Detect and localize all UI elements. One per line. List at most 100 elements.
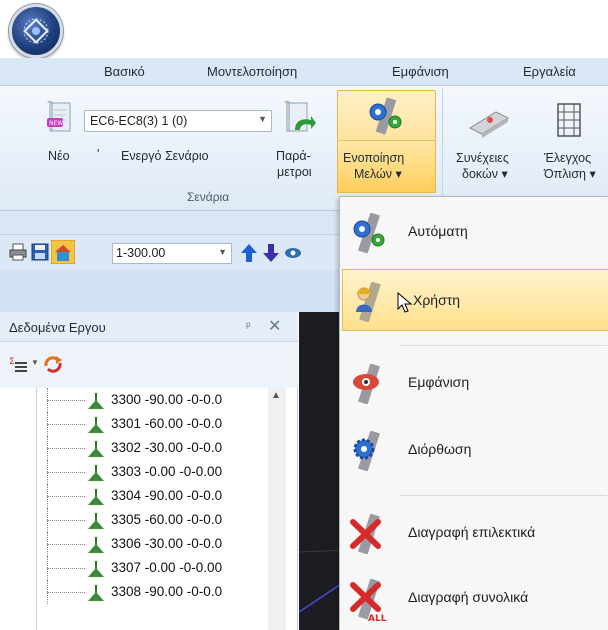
tree-scrollbar[interactable]: ▲ [268,388,286,630]
active-scenario-label: Ενεργό Σενάριο [121,149,209,163]
quote-mark: ' [97,147,100,161]
menu-item-label: Διαγραφή συνολικά [408,589,529,605]
beam-continuity-button[interactable]: Συνέχειες δοκών ▾ [452,96,532,186]
display-eye-icon [353,364,380,404]
menu-item-correction[interactable]: Διόρθωση [342,419,608,481]
tab-view[interactable]: Εμφάνιση [392,64,449,79]
chevron-down-icon: ▼ [218,247,227,257]
unify-members-icon [369,97,402,135]
tree-row-label: 3300 -90.00 -0-0.0 [111,392,223,407]
scenario-combo-value: EC6-EC8(3) 1 (0) [90,114,188,128]
tree-row[interactable]: 3302 -30.00 -0-0.0 [37,436,268,460]
tab-basic[interactable]: Βασικό [104,64,145,79]
app-logo-icon [23,18,49,44]
tree-row[interactable]: 3305 -60.00 -0-0.0 [37,508,268,532]
support-node-icon [88,417,104,433]
tab-tools[interactable]: Εργαλεία [523,64,576,79]
eye-icon[interactable] [284,247,302,259]
support-node-icon [88,513,104,529]
ribbon-footer [0,211,340,234]
chevron-down-icon: ▼ [258,114,267,124]
parameters-button[interactable]: Παρά- μετροι [272,100,326,190]
panel-toolbar: Σ ▼ [0,342,298,388]
menu-item-delete-all[interactable]: ALL Διαγραφή συνολικά [342,567,608,629]
tree-row[interactable]: 3306 -30.00 -0-0.0 [37,532,268,556]
save-icon[interactable] [31,243,49,261]
tree-row[interactable]: 3303 -0.00 -0-0.00 [37,460,268,484]
support-node-icon [88,393,104,409]
quick-toolbar: 1-300.00 ▼ [0,234,340,270]
building-view-icon[interactable] [51,240,75,264]
new-scenario-button[interactable]: NEW Νέο [40,100,84,180]
tree-row[interactable]: 3307 -0.00 -0-0.00 [37,556,268,580]
refresh-icon[interactable] [42,354,64,374]
level-combo-value: 1-300.00 [116,246,166,260]
sort-list-icon[interactable]: Σ [9,355,31,373]
tree-row[interactable]: 3301 -60.00 -0-0.0 [37,412,268,436]
new-label: Νέο [48,149,70,163]
menu-separator [400,495,607,496]
ribbon-tabs: Βασικό Μοντελοποίηση Εμφάνιση Εργαλεία [0,58,608,86]
menu-item-automatic[interactable]: Αυτόματη [342,201,608,263]
correction-gear-icon [353,431,380,471]
tree-row-label: 3305 -60.00 -0-0.0 [111,512,223,527]
tree-row-label: 3303 -0.00 -0-0.00 [111,464,223,479]
support-node-icon [88,585,104,601]
ribbon-separator [442,88,443,208]
tree-row-label: 3304 -90.00 -0-0.0 [111,488,223,503]
menu-item-label: Διαγραφή επιλεκτικά [408,524,536,540]
panel-header: Δεδομένα Εργου ᵖ ✕ [0,312,298,342]
unify-members-menu: Αυτόματη Χρήστη Εμφάνιση Διόρθωση Διαγρα… [339,196,608,630]
level-up-arrow-icon[interactable] [240,243,258,263]
unify-members-label-1: Ενοποίηση [343,151,405,165]
menu-item-delete-selected[interactable]: Διαγραφή επιλεκτικά [342,502,608,564]
level-combo[interactable]: 1-300.00 ▼ [112,243,232,264]
support-node-icon [88,489,104,505]
close-icon[interactable]: ✕ [268,316,281,336]
toolbar-spacer [0,270,340,312]
delete-all-icon: ALL [350,579,387,623]
chevron-down-icon[interactable]: ▼ [31,358,39,367]
application-menu-button[interactable] [9,4,63,58]
tree-row[interactable]: 3300 -90.00 -0-0.0 [37,388,268,412]
scroll-up-icon[interactable]: ▲ [271,390,281,401]
project-tree: 3300 -90.00 -0-0.0 3301 -60.00 -0-0.0 33… [36,388,268,630]
menu-item-label: Αυτόματη [408,223,468,239]
tree-row[interactable]: 3304 -90.00 -0-0.0 [37,484,268,508]
tree-row-label: 3307 -0.00 -0-0.00 [111,560,223,575]
mouse-cursor-icon [397,292,413,313]
beam-continuity-label-1: Συνέχειες [456,151,509,165]
ribbon-panel: NEW Νέο ' EC6-EC8(3) 1 (0) ▼ Ενεργό Σενά… [0,86,608,211]
unify-members-label-2: Μελών ▾ [354,167,402,181]
tree-row-label: 3308 -90.00 -0-0.0 [111,584,223,599]
user-unify-icon [356,282,381,322]
new-document-icon: NEW [47,101,71,132]
scenario-combo[interactable]: EC6-EC8(3) 1 (0) ▼ [84,110,272,132]
reinforcement-check-label-2: Όπλιση ▾ [544,167,596,181]
panel-title: Δεδομένα Εργου [9,320,106,335]
pin-icon[interactable]: ᵖ [246,319,251,333]
beam-continuity-label-2: δοκών ▾ [462,167,508,181]
scenarios-group-label: Σενάρια [187,190,230,204]
tree-row-label: 3306 -30.00 -0-0.0 [111,536,223,551]
tree-row[interactable]: 3308 -90.00 -0-0.0 [37,580,268,604]
print-icon[interactable] [9,243,27,261]
menu-item-label: Εμφάνιση [408,374,470,390]
reinforcement-cage-icon [557,103,581,137]
reinforcement-check-button[interactable]: Έλεγχος Όπλιση ▾ [540,96,608,186]
parameters-label-2: μετροι [277,165,312,179]
svg-text:ALL: ALL [368,614,387,623]
svg-text:NEW: NEW [49,120,63,127]
tree-row-label: 3301 -60.00 -0-0.0 [111,416,223,431]
project-data-panel: Δεδομένα Εργου ᵖ ✕ Σ ▼ 3300 -90.00 -0-0.… [0,312,298,630]
automatic-unify-icon [353,213,385,253]
support-node-icon [88,561,104,577]
tab-modeling[interactable]: Μοντελοποίηση [207,64,297,79]
parameters-label-1: Παρά- [276,149,311,163]
menu-item-display[interactable]: Εμφάνιση [342,352,608,414]
menu-item-user[interactable]: Χρήστη [342,269,608,331]
level-down-arrow-icon[interactable] [262,243,280,263]
beam-icon [468,111,510,138]
support-node-icon [88,537,104,553]
menu-separator [400,345,607,346]
